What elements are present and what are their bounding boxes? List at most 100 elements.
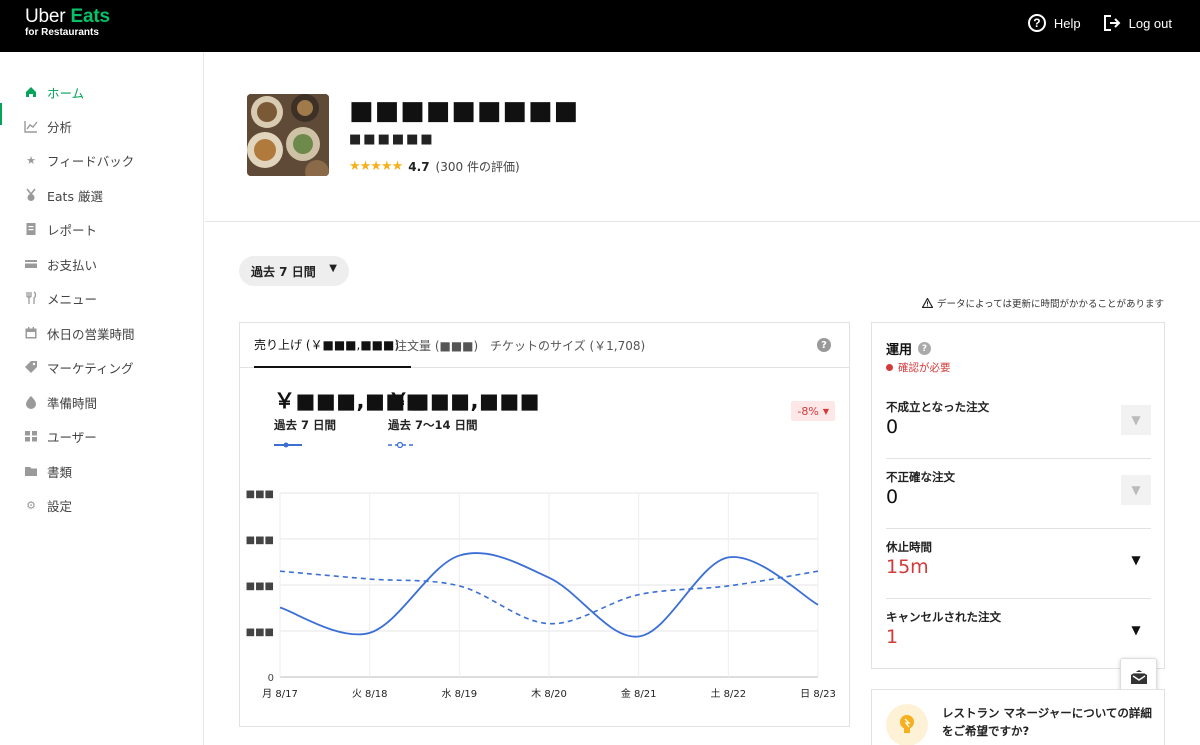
top-bar: Uber Eats for Restaurants ? Help Log out — [0, 0, 1200, 52]
metric-tabs: 売り上げ (￥■■■,■■■) 注文量 (■■■) チケットのサイズ (￥1,7… — [240, 323, 849, 368]
ops-row-downtime: 休止時間 15m ▼ — [886, 529, 1151, 599]
chevron-down-icon[interactable]: ▼ — [1121, 405, 1151, 435]
sidebar-item-holiday-hours[interactable]: 休日の営業時間 — [0, 316, 204, 350]
change-value: -8% — [797, 404, 819, 418]
store-rating: ★★★★★ 4.7 (300 件の評価) — [349, 158, 520, 175]
uber-eats-logo[interactable]: Uber Eats for Restaurants — [25, 7, 110, 39]
x-tick-label: 日 8/23 — [800, 689, 836, 700]
lightbulb-icon — [886, 704, 928, 745]
home-icon — [26, 87, 36, 97]
legend-dashed-line — [388, 441, 416, 449]
sidebar-item-label: レポート — [47, 222, 98, 238]
tab-label: 注文量 (■■■) — [395, 339, 479, 353]
logout-button[interactable]: Log out — [1103, 14, 1172, 32]
sidebar-item-payments[interactable]: お支払い — [0, 247, 204, 281]
ops-row-inaccurate-orders: 不正確な注文 0 ▼ — [886, 459, 1151, 529]
store-subtitle: ■■■■■■ — [349, 132, 435, 147]
ops-label: キャンセルされた注文 — [886, 610, 1001, 624]
sidebar-item-label: ホーム — [47, 85, 85, 101]
sidebar-item-documents[interactable]: 書類 — [0, 454, 204, 488]
logout-label: Log out — [1128, 15, 1172, 31]
rating-stars-icon: ★★★★★ — [349, 159, 403, 174]
chevron-down-icon[interactable]: ▼ — [1121, 545, 1151, 575]
ops-value: 1 — [886, 626, 899, 648]
legend-solid-line — [274, 442, 302, 448]
tag-icon — [25, 361, 37, 373]
star-icon: ★ — [26, 153, 36, 167]
sidebar-item-label: 書類 — [47, 464, 73, 480]
help-icon[interactable]: ? — [918, 342, 932, 355]
ops-value: 0 — [886, 416, 899, 438]
y-tick-label: ■■■ — [246, 581, 274, 592]
arrow-down-icon: ▼ — [822, 406, 829, 416]
users-icon — [25, 431, 37, 442]
sidebar-item-menu[interactable]: メニュー — [0, 281, 204, 315]
logo-eats: Eats — [70, 6, 110, 27]
folder-icon — [25, 467, 37, 476]
tab-label: チケットのサイズ (￥1,708) — [490, 339, 646, 353]
timer-icon — [26, 396, 36, 409]
report-icon — [26, 223, 36, 235]
help-button[interactable]: ? Help — [1027, 14, 1081, 32]
sidebar-item-settings[interactable]: ⚙ 設定 — [0, 488, 204, 522]
logout-icon — [1103, 15, 1121, 31]
ops-label: 不成立となった注文 — [886, 400, 990, 414]
logo-uber: Uber — [25, 6, 66, 27]
help-icon[interactable]: ? — [817, 338, 831, 352]
sidebar-item-label: お支払い — [47, 257, 98, 273]
sidebar: ホーム 分析 ★ フィードバック Eats 厳選 レポート お支払い メニュー … — [0, 52, 204, 745]
utensils-icon — [26, 291, 37, 304]
previous-value: ￥■■■,■■■ — [388, 389, 541, 413]
x-tick-label: 木 8/20 — [531, 688, 567, 700]
x-tick-label: 水 8/19 — [442, 688, 478, 700]
award-icon — [26, 188, 36, 201]
y-tick-label: ■■■ — [246, 489, 274, 500]
y-tick-label: ■■■ — [246, 535, 274, 546]
sidebar-item-home[interactable]: ホーム — [0, 75, 204, 125]
sidebar-item-label: ユーザー — [47, 429, 97, 445]
tab-sales[interactable]: 売り上げ (￥■■■,■■■) — [254, 323, 412, 368]
ops-value: 0 — [886, 486, 899, 508]
sidebar-item-label: フィードバック — [47, 153, 135, 169]
operations-status: 確認が必要 — [886, 360, 951, 375]
manager-info-text: レストラン マネージャーについての詳細をご希望ですか? — [942, 706, 1152, 738]
sidebar-item-label: 準備時間 — [47, 395, 98, 411]
store-name: ■■■■■■■■■ — [349, 96, 580, 126]
inbox-icon — [1130, 669, 1147, 684]
sidebar-item-feedback[interactable]: ★ フィードバック — [0, 143, 204, 177]
sidebar-item-label: マーケティング — [47, 360, 134, 376]
rating-count: (300 件の評価) — [435, 160, 520, 174]
card-icon — [25, 260, 37, 268]
ops-row-cancelled-orders: キャンセルされた注文 1 ▼ — [886, 599, 1151, 669]
period-dropdown[interactable]: 過去 7 日間 ▼ — [239, 256, 349, 286]
y-tick-label: 0 — [268, 673, 274, 684]
chevron-down-icon[interactable]: ▼ — [1121, 615, 1151, 645]
logo-subtitle: for Restaurants — [25, 27, 99, 38]
sidebar-item-eats-selection[interactable]: Eats 厳選 — [0, 178, 204, 212]
sidebar-item-marketing[interactable]: マーケティング — [0, 350, 204, 384]
sidebar-item-prep-time[interactable]: 準備時間 — [0, 385, 204, 419]
chevron-down-icon: ▼ — [329, 263, 337, 274]
manager-info-card[interactable]: レストラン マネージャーについての詳細をご希望ですか? — [871, 689, 1165, 745]
ops-label: 休止時間 — [886, 540, 932, 554]
store-photo — [247, 94, 329, 176]
warning-icon — [921, 298, 933, 308]
x-tick-label: 金 8/21 — [621, 687, 657, 700]
previous-period-summary: ￥■■■,■■■ 過去 7～14 日間 — [388, 385, 540, 452]
chevron-down-icon[interactable]: ▼ — [1121, 475, 1151, 505]
sidebar-item-analytics[interactable]: 分析 — [0, 109, 204, 143]
y-tick-label: ■■■ — [246, 627, 274, 638]
rating-value: 4.7 — [408, 159, 430, 174]
change-badge: -8% ▼ — [791, 401, 835, 421]
tab-ticket-size[interactable]: チケットのサイズ (￥1,708) — [490, 323, 645, 368]
sidebar-item-reports[interactable]: レポート — [0, 212, 204, 246]
ops-value: 15m — [886, 556, 929, 578]
sidebar-item-users[interactable]: ユーザー — [0, 419, 204, 453]
tab-order-volume[interactable]: 注文量 (■■■) — [395, 323, 478, 368]
ops-row-failed-orders: 不成立となった注文 0 ▼ — [886, 389, 1151, 459]
x-tick-label: 月 8/17 — [262, 688, 298, 700]
help-label: Help — [1053, 15, 1081, 31]
gear-icon: ⚙ — [26, 498, 36, 512]
help-icon: ? — [1027, 14, 1046, 32]
notice-text: データによっては更新に時間がかかることがあります — [936, 299, 1164, 310]
